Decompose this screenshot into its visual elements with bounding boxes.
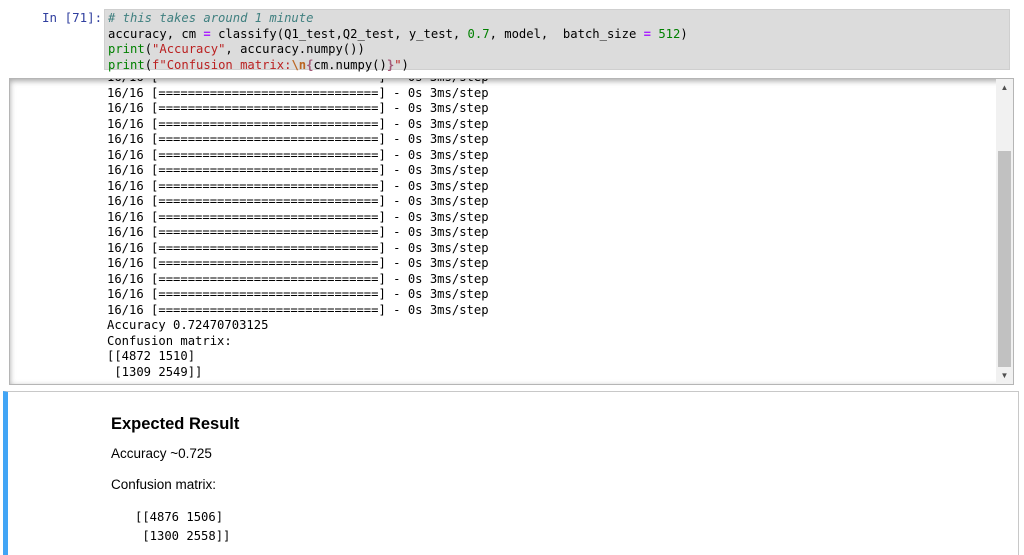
code-line: print("Accuracy", accuracy.numpy()) — [108, 42, 1009, 58]
output-line: 16/16 [==============================] -… — [107, 79, 489, 86]
code-token: = — [203, 26, 211, 41]
expected-accuracy-text: Accuracy ~0.725 — [111, 446, 212, 461]
code-token: cm.numpy() — [313, 57, 387, 72]
expected-confusion-matrix: [[4876 1506] [1300 2558]] — [135, 508, 230, 546]
code-token: ) — [401, 57, 409, 72]
output-line: 16/16 [==============================] -… — [107, 85, 489, 100]
cell-prompt: In [71]: — [42, 10, 103, 25]
code-token: print — [108, 42, 145, 56]
output-text: 16/16 [==============================] -… — [107, 79, 489, 380]
code-token: " — [394, 57, 402, 72]
output-area[interactable]: 16/16 [==============================] -… — [9, 78, 1014, 385]
code-token: classify(Q1_test,Q2_test, y_test, — [210, 26, 468, 41]
output-line: 16/16 [==============================] -… — [107, 240, 489, 255]
code-token: accuracy, cm — [108, 26, 204, 41]
output-line: 16/16 [==============================] -… — [107, 287, 489, 301]
output-line: 16/16 [==============================] -… — [107, 101, 489, 115]
output-line: [[4872 1510] — [107, 349, 196, 363]
output-line: 16/16 [==============================] -… — [107, 147, 489, 162]
code-token: "Accuracy" — [152, 42, 226, 56]
code-editor[interactable]: # this takes around 1 minute accuracy, cm… — [104, 9, 1010, 72]
expected-result-heading: Expected Result — [111, 415, 240, 433]
code-token: ) — [680, 26, 688, 41]
confusion-matrix-label: Confusion matrix: — [111, 477, 217, 492]
output-line: 16/16 [==============================] -… — [107, 271, 489, 286]
output-line: 16/16 [==============================] -… — [107, 132, 489, 146]
scrollbar-thumb[interactable] — [998, 151, 1011, 367]
code-token: ( — [144, 42, 153, 56]
code-token: = — [643, 26, 651, 41]
output-line: [1309 2549]] — [107, 364, 203, 379]
code-line: # this takes around 1 minute — [108, 11, 1009, 27]
code-token: print — [108, 57, 145, 72]
code-token: # this takes around 1 minute — [108, 11, 314, 25]
matrix-row: [[4876 1506] — [135, 510, 224, 524]
markdown-cell[interactable]: Expected Result Accuracy ~0.725 Confusio… — [3, 391, 1019, 555]
output-line: 16/16 [==============================] -… — [107, 194, 489, 208]
code-token: ( — [144, 57, 153, 72]
output-line: 16/16 [==============================] -… — [107, 302, 489, 317]
code-token: 512 — [658, 26, 681, 41]
output-line: Accuracy 0.72470703125 — [107, 318, 269, 332]
code-line: print(f"Confusion matrix:\n{cm.numpy()}"… — [108, 58, 1009, 74]
code-token: f"Confusion matrix: — [152, 57, 292, 72]
code-token: , model, batch_size — [489, 26, 644, 41]
notebook-page: In [71]: # this takes around 1 minute acc… — [0, 0, 1024, 555]
output-line: 16/16 [==============================] -… — [107, 163, 489, 177]
output-line: 16/16 [==============================] -… — [107, 178, 489, 193]
matrix-row: [1300 2558]] — [135, 529, 231, 543]
output-line: 16/16 [==============================] -… — [107, 116, 489, 131]
output-line: 16/16 [==============================] -… — [107, 225, 489, 239]
output-line: Confusion matrix: — [107, 333, 232, 348]
code-token: 0.7 — [467, 26, 490, 41]
scroll-up-arrow-icon[interactable]: ▲ — [996, 79, 1013, 96]
scroll-down-arrow-icon[interactable]: ▼ — [996, 367, 1013, 384]
output-line: 16/16 [==============================] -… — [107, 256, 489, 270]
output-scrollbar[interactable]: ▲ ▼ — [996, 79, 1013, 384]
code-line: accuracy, cm = classify(Q1_test,Q2_test,… — [108, 27, 1009, 43]
code-token: \n — [291, 57, 307, 72]
output-line: 16/16 [==============================] -… — [107, 209, 489, 224]
code-token: , accuracy.numpy()) — [225, 42, 365, 56]
